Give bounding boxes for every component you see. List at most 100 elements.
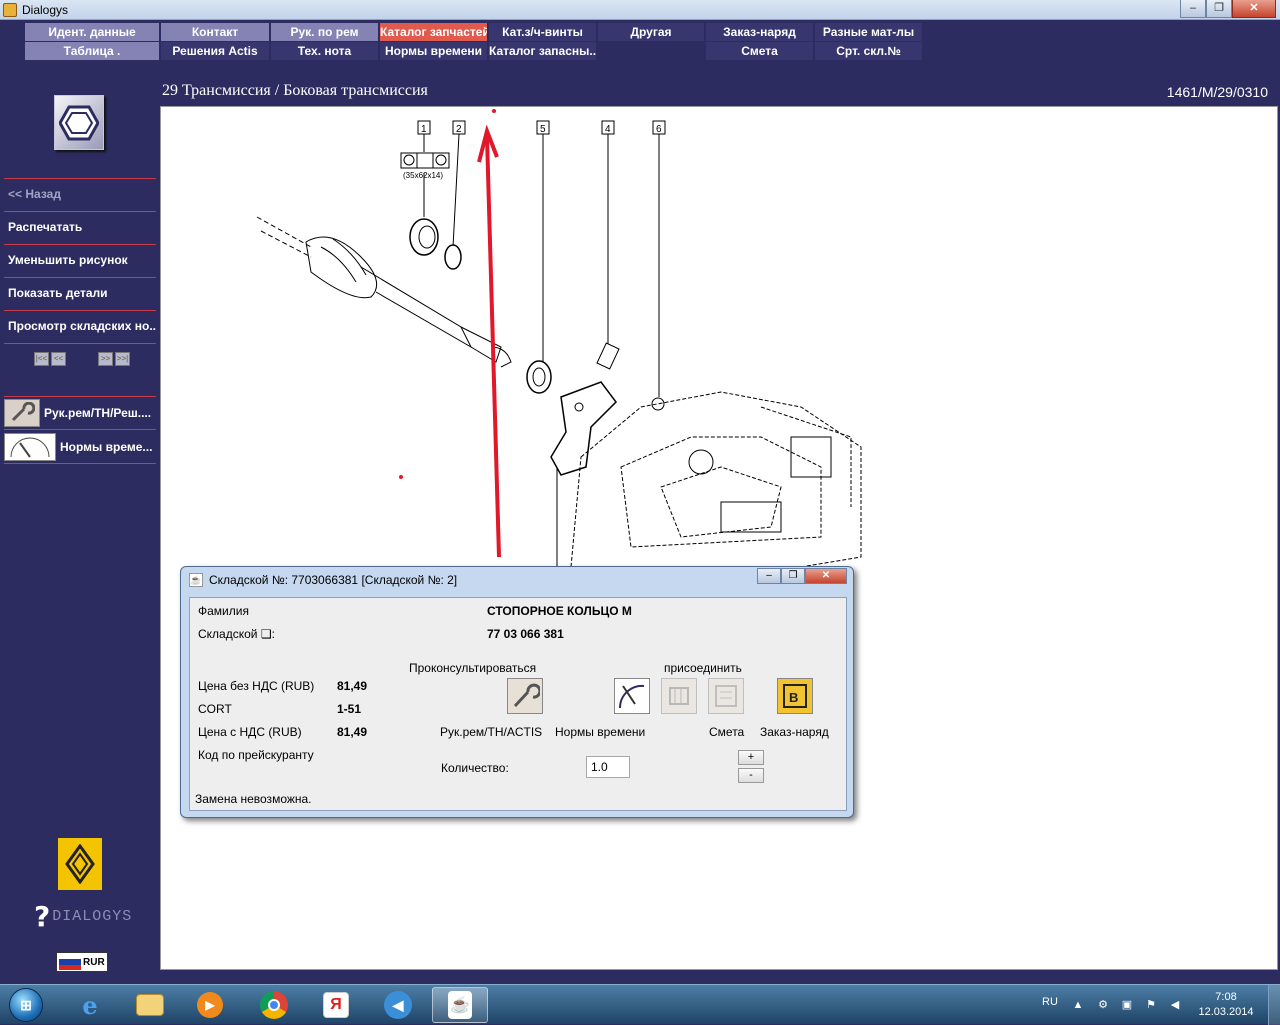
engine-icon (669, 687, 689, 705)
menu-actis-solutions[interactable]: Решения Actis (161, 42, 269, 60)
menu-tech-note[interactable]: Тех. нота (271, 42, 378, 60)
dialog-maximize-button[interactable]: ❐ (781, 568, 805, 584)
window-titlebar: Dialogys – ❐ ✕ (0, 0, 1280, 20)
callout-4[interactable]: 4 (605, 124, 611, 135)
repair-manual-label: Рук.рем/ТН/ACTIS (440, 725, 543, 739)
tool-labour-times[interactable]: Нормы време... (4, 431, 156, 464)
currency-selector[interactable]: RUR (56, 952, 108, 972)
dialogys-logo: ? DIALOGYS (34, 900, 132, 933)
menu-table[interactable]: Таблица . (25, 42, 159, 60)
action-center-flag-icon[interactable]: ⚑ (1144, 999, 1158, 1011)
taskbar-media-player[interactable]: ▶ (182, 987, 238, 1023)
work-order-button[interactable]: B (777, 678, 813, 714)
callout-2[interactable]: 2 (456, 124, 462, 135)
quantity-input[interactable] (586, 756, 630, 778)
view-stock-numbers-link[interactable]: Просмотр складских но... (4, 310, 156, 343)
dialog-close-button[interactable]: ✕ (805, 568, 847, 584)
maximize-button[interactable]: ❐ (1206, 0, 1232, 18)
bearing-dimension: (35x62x14) (403, 171, 443, 180)
menu-ident-data[interactable]: Идент. данные (25, 23, 159, 41)
stock-number-label: Складской ❑: (198, 627, 275, 641)
first-page-button[interactable]: |<< (34, 352, 49, 366)
start-button[interactable]: ⊞ (4, 985, 48, 1025)
parts-illustration[interactable]: 1 2 5 4 6 (35x62x14) (160, 106, 1278, 970)
clock-date: 12.03.2014 (1198, 1006, 1254, 1018)
dialog-minimize-button[interactable]: – (757, 568, 781, 584)
next-page-button[interactable]: >> (98, 352, 113, 366)
price-ex-vat-value: 81,49 (337, 679, 368, 693)
taskbar-yandex[interactable]: Я (308, 987, 364, 1023)
steam-icon[interactable]: ⚙ (1096, 999, 1110, 1011)
speaker-icon: ◀ (384, 991, 412, 1019)
show-desktop-button[interactable] (1268, 985, 1280, 1025)
menu-misc-materials[interactable]: Разные мат-лы (815, 23, 922, 41)
volume-icon[interactable]: ◀ (1168, 999, 1182, 1011)
gauge-icon (618, 684, 645, 709)
repair-manual-button[interactable] (507, 678, 543, 714)
print-link[interactable]: Распечатать (4, 211, 156, 244)
yandex-icon: Я (323, 992, 349, 1018)
svg-text:B: B (789, 690, 798, 705)
pager: |<< << >> >>| (34, 352, 130, 366)
sidebar: << Назад Распечатать Уменьшить рисунок П… (0, 80, 160, 972)
tool-repair-manual-label: Рук.рем/ТН/Реш.... (44, 406, 152, 420)
network-icon[interactable]: ▣ (1120, 999, 1134, 1011)
window-title: Dialogys (22, 3, 69, 17)
menu-estimate[interactable]: Смета (706, 42, 813, 60)
menu-spare-parts-catalog[interactable]: Каталог запасны... (489, 42, 596, 60)
consult-label: Проконсультироваться (409, 661, 537, 675)
attach-disabled-button[interactable] (661, 678, 697, 714)
renault-logo-icon (58, 838, 102, 890)
prev-page-button[interactable]: << (51, 352, 66, 366)
stock-number-value: 77 03 066 381 (487, 627, 564, 641)
quantity-decrease-button[interactable]: - (738, 768, 764, 783)
exploded-view-drawing: 1 2 5 4 6 (35x62x14) (256, 109, 862, 568)
clock[interactable]: 7:08 12.03.2014 (1196, 990, 1256, 1020)
taskbar-sound[interactable]: ◀ (370, 987, 426, 1023)
tool-labour-times-label: Нормы време... (60, 440, 153, 454)
tool-repair-manual[interactable]: Рук.рем/ТН/Реш.... (4, 397, 156, 430)
taskbar-ie[interactable]: e (62, 987, 118, 1023)
callout-5[interactable]: 5 (540, 124, 546, 135)
labour-times-button[interactable] (614, 678, 650, 714)
dialog-titlebar: ☕ Складской №: 7703066381 [Складской №: … (189, 573, 457, 587)
taskbar-explorer[interactable] (122, 987, 178, 1023)
estimate-button[interactable] (708, 678, 744, 714)
work-order-label: Заказ-наряд (760, 725, 829, 739)
language-indicator[interactable]: RU (1042, 996, 1058, 1008)
breadcrumb: 29 Трансмиссия / Боковая трансмиссия (162, 82, 428, 99)
menu-other[interactable]: Другая (598, 23, 704, 41)
quantity-increase-button[interactable]: + (738, 750, 764, 765)
minimize-button[interactable]: – (1180, 0, 1206, 18)
dialogys-logo-text: DIALOGYS (52, 908, 133, 925)
folder-icon (136, 994, 164, 1016)
tray-expand-icon[interactable]: ▲ (1071, 999, 1085, 1011)
help-question-icon[interactable]: ? (34, 900, 50, 933)
menu-repair-manual[interactable]: Рук. по рем (271, 23, 378, 41)
windows-logo-icon: ⊞ (9, 988, 43, 1022)
taskbar-chrome[interactable] (246, 987, 302, 1023)
menu-stock-number[interactable]: Срт. скл.№ (815, 42, 922, 60)
menu-work-order[interactable]: Заказ-наряд (706, 23, 813, 41)
top-menu: Идент. данные Контакт Рук. по рем Катало… (0, 20, 1280, 80)
pricelist-code-label: Код по прейскуранту (198, 748, 314, 762)
back-link[interactable]: << Назад (4, 178, 156, 211)
close-button[interactable]: ✕ (1232, 0, 1276, 18)
last-page-button[interactable]: >>| (115, 352, 130, 366)
taskbar-java-app[interactable]: ☕ (432, 987, 488, 1023)
menu-screws-catalog[interactable]: Кат.з/ч-винты (489, 23, 596, 41)
menu-parts-catalog[interactable]: Каталог запчастей (380, 23, 487, 41)
attach-label: присоединить (664, 661, 742, 675)
callout-6[interactable]: 6 (656, 124, 662, 135)
estimate-label: Смета (709, 725, 745, 739)
chrome-icon (260, 991, 288, 1019)
dialog-title: Складской №: 7703066381 [Складской №: 2] (209, 573, 458, 587)
show-parts-link[interactable]: Показать детали (4, 277, 156, 310)
callout-1[interactable]: 1 (421, 124, 427, 135)
zoom-out-link[interactable]: Уменьшить рисунок (4, 244, 156, 277)
menu-contact[interactable]: Контакт (161, 23, 269, 41)
menu-labour-times[interactable]: Нормы времени (380, 42, 487, 60)
java-icon: ☕ (189, 573, 203, 587)
price-inc-vat-label: Цена с НДС (RUB) (198, 725, 302, 739)
replacement-status: Замена невозможна. (195, 792, 312, 806)
